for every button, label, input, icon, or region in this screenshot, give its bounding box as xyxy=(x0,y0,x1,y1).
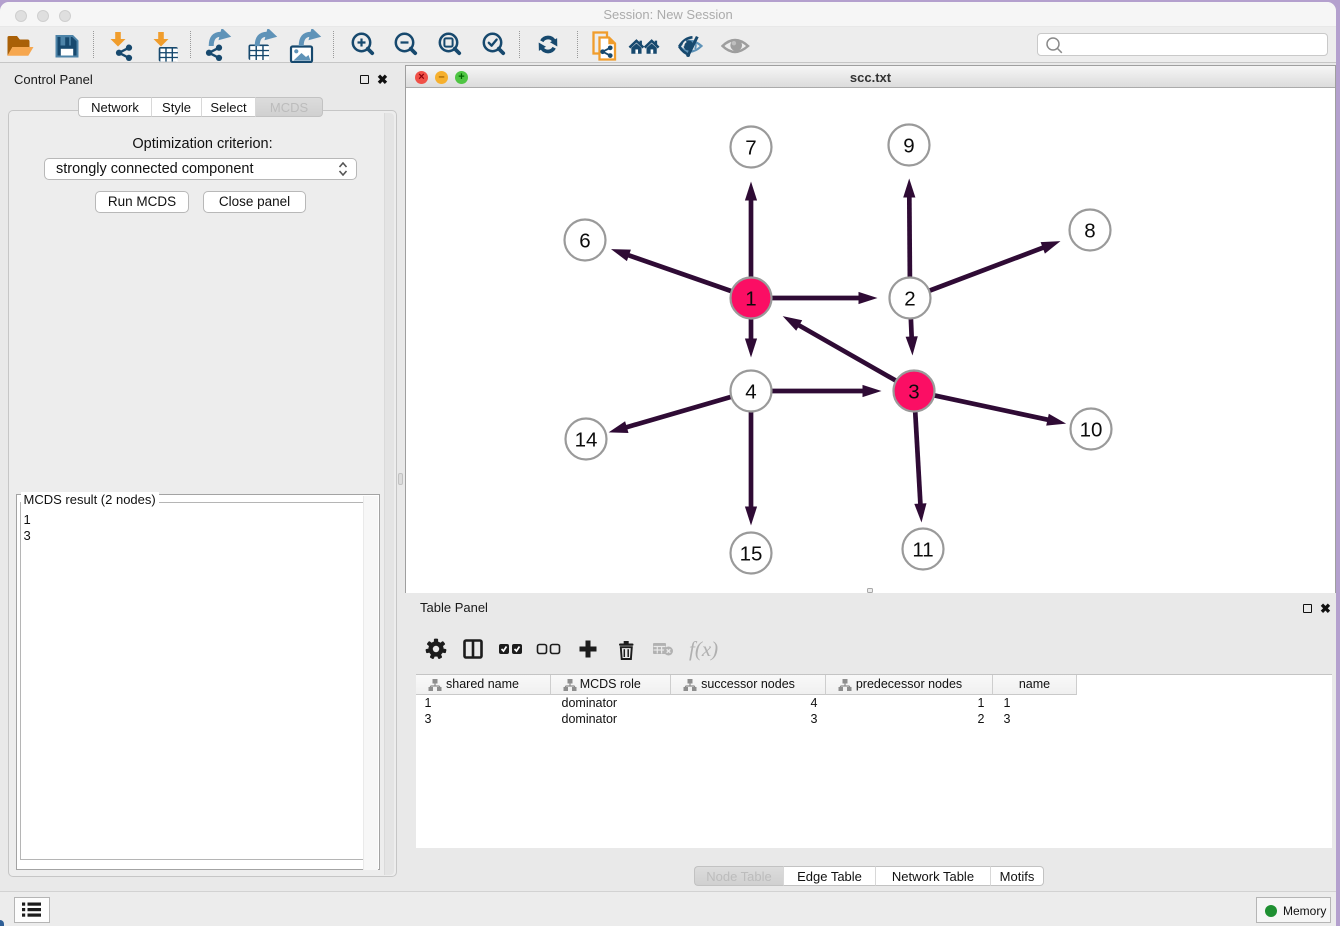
svg-text:1: 1 xyxy=(745,288,756,311)
svg-text:9: 9 xyxy=(903,135,914,158)
svg-text:4: 4 xyxy=(745,381,756,404)
svg-text:10: 10 xyxy=(1080,419,1103,442)
svg-text:6: 6 xyxy=(579,230,590,253)
svg-text:11: 11 xyxy=(912,539,933,562)
svg-text:7: 7 xyxy=(745,137,756,160)
svg-text:8: 8 xyxy=(1084,220,1095,243)
svg-text:15: 15 xyxy=(740,543,763,566)
svg-text:3: 3 xyxy=(908,381,919,404)
svg-text:14: 14 xyxy=(575,429,598,452)
svg-text:2: 2 xyxy=(904,288,915,311)
